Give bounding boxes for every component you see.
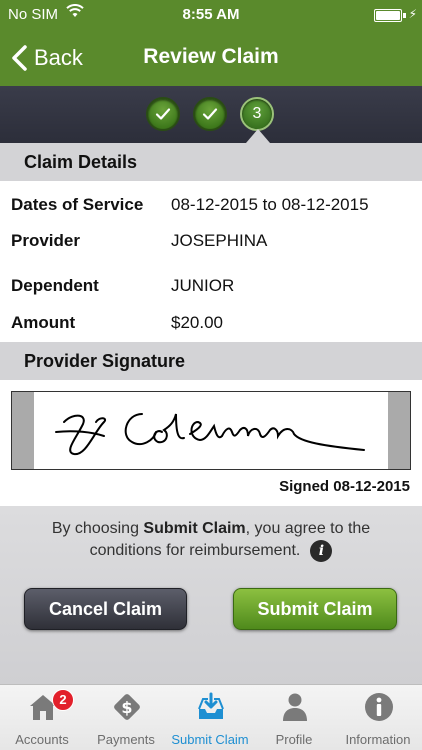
detail-value: $20.00 xyxy=(171,313,223,332)
tab-label: Profile xyxy=(275,732,313,747)
detail-label: Dates of Service xyxy=(11,195,144,214)
detail-value: JOSEPHINA xyxy=(171,231,268,250)
detail-label: Dependent xyxy=(11,276,99,295)
status-bar: No SIM 8:55 AM ⚡ xyxy=(0,0,422,30)
tab-profile[interactable]: Profile xyxy=(252,685,336,750)
tab-bar: 2 Accounts $ Payments Submit Claim Profi… xyxy=(0,684,422,750)
detail-label: Amount xyxy=(11,313,76,332)
info-icon xyxy=(365,693,393,721)
progress-stepper: 3 xyxy=(0,86,422,143)
step-pointer xyxy=(246,129,270,143)
signature-image xyxy=(55,413,365,456)
notification-badge: 2 xyxy=(52,689,74,711)
cancel-claim-button[interactable]: Cancel Claim xyxy=(24,588,187,630)
check-icon xyxy=(155,108,171,120)
navigation-bar: Back Review Claim xyxy=(0,30,422,86)
profile-icon xyxy=(283,693,307,721)
signed-date: Signed 08-12-2015 xyxy=(279,478,410,495)
svg-text:$: $ xyxy=(121,698,132,717)
tab-payments[interactable]: $ Payments xyxy=(84,685,168,750)
signature-pad xyxy=(11,391,411,470)
claim-details-header: Claim Details xyxy=(0,143,422,181)
disclaimer-emphasis: Submit Claim xyxy=(143,520,246,537)
tab-information[interactable]: Information xyxy=(336,685,420,750)
battery-tip xyxy=(403,13,406,18)
signature-pad-edge xyxy=(12,392,34,469)
submit-claim-icon xyxy=(198,692,224,719)
tab-label: Payments xyxy=(97,732,155,747)
payments-icon: $ xyxy=(114,694,140,720)
tab-label: Information xyxy=(345,732,411,747)
info-icon[interactable]: i xyxy=(310,540,333,562)
charging-icon: ⚡ xyxy=(408,7,417,21)
clock: 8:55 AM xyxy=(182,6,240,23)
detail-value: JUNIOR xyxy=(171,276,235,295)
battery-icon xyxy=(374,9,402,22)
step-3-current: 3 xyxy=(240,97,274,131)
signature-pad-edge xyxy=(388,392,410,469)
detail-value: 08-12-2015 to 08-12-2015 xyxy=(171,195,369,214)
tab-accounts[interactable]: 2 Accounts xyxy=(0,685,84,750)
reimbursement-disclaimer: By choosing Submit Claim, you agree to t… xyxy=(20,518,402,562)
step-1-complete xyxy=(146,97,180,131)
back-button[interactable]: Back xyxy=(10,42,83,74)
step-2-complete xyxy=(193,97,227,131)
disclaimer-prefix: By choosing xyxy=(51,520,144,537)
detail-label: Provider xyxy=(11,231,80,250)
tab-submit-claim[interactable]: Submit Claim xyxy=(168,685,252,750)
check-icon xyxy=(202,108,218,120)
provider-signature-header: Provider Signature xyxy=(0,342,422,380)
back-button-label: Back xyxy=(34,45,83,70)
submit-claim-button[interactable]: Submit Claim xyxy=(233,588,397,630)
action-panel: By choosing Submit Claim, you agree to t… xyxy=(0,506,422,684)
tab-label: Accounts xyxy=(15,732,69,747)
chevron-left-icon xyxy=(12,45,27,71)
tab-label: Submit Claim xyxy=(171,732,249,747)
